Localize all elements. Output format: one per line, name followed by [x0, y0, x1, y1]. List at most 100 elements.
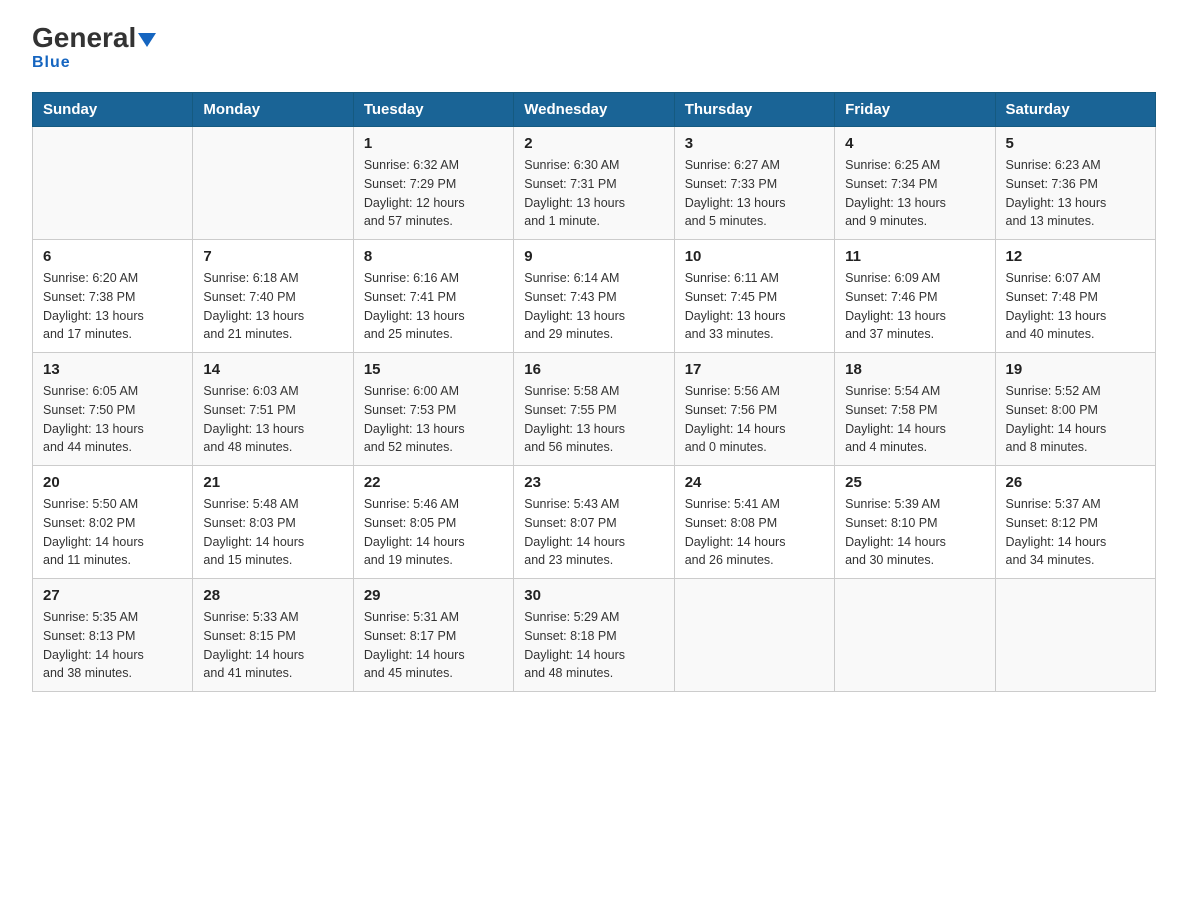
- calendar-cell: 9Sunrise: 6:14 AM Sunset: 7:43 PM Daylig…: [514, 240, 674, 353]
- logo: General Blue: [32, 24, 156, 72]
- calendar-header-row: SundayMondayTuesdayWednesdayThursdayFrid…: [33, 93, 1156, 127]
- day-number: 9: [524, 248, 663, 265]
- calendar-cell: 16 Sunrise: 5:58 AM Sunset: 7:55 PM Dayli…: [514, 353, 674, 466]
- day-info: Sunrise: 5:48 AM Sunset: 8:03 PM Dayligh…: [203, 495, 342, 570]
- day-number: 17: [685, 361, 824, 378]
- calendar-cell: 4Sunrise: 6:25 AM Sunset: 7:34 PM Daylig…: [835, 127, 995, 240]
- day-info: Sunrise: 6:11 AM Sunset: 7:45 PM Dayligh…: [685, 269, 824, 344]
- day-number: 2: [524, 135, 663, 152]
- calendar-cell: 28 Sunrise: 5:33 AM Sunset: 8:15 PM Dayli…: [193, 579, 353, 692]
- day-info: Sunrise: 5:35 AM Sunset: 8:13 PM Dayligh…: [43, 608, 182, 683]
- day-number: 21: [203, 474, 342, 491]
- day-info: Sunrise: 6:16 AM Sunset: 7:41 PM Dayligh…: [364, 269, 503, 344]
- calendar-cell: 7 Sunrise: 6:18 AM Sunset: 7:40 PM Daylig…: [193, 240, 353, 353]
- calendar-week-row: 1Sunrise: 6:32 AM Sunset: 7:29 PM Daylig…: [33, 127, 1156, 240]
- day-number: 28: [203, 587, 342, 604]
- day-number: 12: [1006, 248, 1145, 265]
- day-info: Sunrise: 6:20 AM Sunset: 7:38 PM Dayligh…: [43, 269, 182, 344]
- calendar-cell: 10 Sunrise: 6:11 AM Sunset: 7:45 PM Dayli…: [674, 240, 834, 353]
- day-info: Sunrise: 5:29 AM Sunset: 8:18 PM Dayligh…: [524, 608, 663, 683]
- day-number: 16: [524, 361, 663, 378]
- day-info: Sunrise: 5:37 AM Sunset: 8:12 PM Dayligh…: [1006, 495, 1145, 570]
- calendar-cell: [193, 127, 353, 240]
- day-number: 18: [845, 361, 984, 378]
- calendar-cell: [33, 127, 193, 240]
- day-number: 4: [845, 135, 984, 152]
- day-number: 15: [364, 361, 503, 378]
- calendar-cell: 5 Sunrise: 6:23 AM Sunset: 7:36 PM Daylig…: [995, 127, 1155, 240]
- day-number: 23: [524, 474, 663, 491]
- calendar-cell: 18Sunrise: 5:54 AM Sunset: 7:58 PM Dayli…: [835, 353, 995, 466]
- calendar-cell: 29Sunrise: 5:31 AM Sunset: 8:17 PM Dayli…: [353, 579, 513, 692]
- day-info: Sunrise: 5:31 AM Sunset: 8:17 PM Dayligh…: [364, 608, 503, 683]
- day-info: Sunrise: 6:32 AM Sunset: 7:29 PM Dayligh…: [364, 156, 503, 231]
- day-info: Sunrise: 6:07 AM Sunset: 7:48 PM Dayligh…: [1006, 269, 1145, 344]
- calendar-cell: 12 Sunrise: 6:07 AM Sunset: 7:48 PM Dayli…: [995, 240, 1155, 353]
- calendar-cell: 6 Sunrise: 6:20 AM Sunset: 7:38 PM Daylig…: [33, 240, 193, 353]
- calendar-cell: 15 Sunrise: 6:00 AM Sunset: 7:53 PM Dayli…: [353, 353, 513, 466]
- day-info: Sunrise: 6:27 AM Sunset: 7:33 PM Dayligh…: [685, 156, 824, 231]
- day-number: 8: [364, 248, 503, 265]
- calendar-cell: 27 Sunrise: 5:35 AM Sunset: 8:13 PM Dayli…: [33, 579, 193, 692]
- day-number: 3: [685, 135, 824, 152]
- calendar-week-row: 6 Sunrise: 6:20 AM Sunset: 7:38 PM Daylig…: [33, 240, 1156, 353]
- day-number: 20: [43, 474, 182, 491]
- day-number: 7: [203, 248, 342, 265]
- day-info: Sunrise: 5:41 AM Sunset: 8:08 PM Dayligh…: [685, 495, 824, 570]
- calendar-table: SundayMondayTuesdayWednesdayThursdayFrid…: [32, 92, 1156, 692]
- day-info: Sunrise: 5:52 AM Sunset: 8:00 PM Dayligh…: [1006, 382, 1145, 457]
- day-number: 6: [43, 248, 182, 265]
- day-number: 30: [524, 587, 663, 604]
- calendar-cell: 24 Sunrise: 5:41 AM Sunset: 8:08 PM Dayli…: [674, 466, 834, 579]
- calendar-cell: 25 Sunrise: 5:39 AM Sunset: 8:10 PM Dayli…: [835, 466, 995, 579]
- day-of-week-header: Saturday: [995, 93, 1155, 127]
- calendar-cell: 22Sunrise: 5:46 AM Sunset: 8:05 PM Dayli…: [353, 466, 513, 579]
- day-info: Sunrise: 6:05 AM Sunset: 7:50 PM Dayligh…: [43, 382, 182, 457]
- calendar-cell: 21 Sunrise: 5:48 AM Sunset: 8:03 PM Dayli…: [193, 466, 353, 579]
- calendar-cell: [995, 579, 1155, 692]
- day-number: 10: [685, 248, 824, 265]
- calendar-cell: 20 Sunrise: 5:50 AM Sunset: 8:02 PM Dayli…: [33, 466, 193, 579]
- calendar-week-row: 20 Sunrise: 5:50 AM Sunset: 8:02 PM Dayli…: [33, 466, 1156, 579]
- day-number: 14: [203, 361, 342, 378]
- calendar-cell: 23 Sunrise: 5:43 AM Sunset: 8:07 PM Dayli…: [514, 466, 674, 579]
- day-info: Sunrise: 5:50 AM Sunset: 8:02 PM Dayligh…: [43, 495, 182, 570]
- day-of-week-header: Tuesday: [353, 93, 513, 127]
- day-info: Sunrise: 6:03 AM Sunset: 7:51 PM Dayligh…: [203, 382, 342, 457]
- day-number: 19: [1006, 361, 1145, 378]
- calendar-cell: 8 Sunrise: 6:16 AM Sunset: 7:41 PM Daylig…: [353, 240, 513, 353]
- calendar-cell: 30 Sunrise: 5:29 AM Sunset: 8:18 PM Dayli…: [514, 579, 674, 692]
- logo-text: General: [32, 24, 156, 52]
- day-info: Sunrise: 6:00 AM Sunset: 7:53 PM Dayligh…: [364, 382, 503, 457]
- calendar-cell: 3 Sunrise: 6:27 AM Sunset: 7:33 PM Daylig…: [674, 127, 834, 240]
- day-number: 5: [1006, 135, 1145, 152]
- day-info: Sunrise: 6:23 AM Sunset: 7:36 PM Dayligh…: [1006, 156, 1145, 231]
- day-info: Sunrise: 5:58 AM Sunset: 7:55 PM Dayligh…: [524, 382, 663, 457]
- calendar-cell: 2 Sunrise: 6:30 AM Sunset: 7:31 PM Daylig…: [514, 127, 674, 240]
- day-info: Sunrise: 5:43 AM Sunset: 8:07 PM Dayligh…: [524, 495, 663, 570]
- day-number: 25: [845, 474, 984, 491]
- day-of-week-header: Friday: [835, 93, 995, 127]
- day-info: Sunrise: 5:39 AM Sunset: 8:10 PM Dayligh…: [845, 495, 984, 570]
- day-info: Sunrise: 6:18 AM Sunset: 7:40 PM Dayligh…: [203, 269, 342, 344]
- day-number: 13: [43, 361, 182, 378]
- day-info: Sunrise: 5:46 AM Sunset: 8:05 PM Dayligh…: [364, 495, 503, 570]
- calendar-cell: 26 Sunrise: 5:37 AM Sunset: 8:12 PM Dayli…: [995, 466, 1155, 579]
- calendar-cell: 19 Sunrise: 5:52 AM Sunset: 8:00 PM Dayli…: [995, 353, 1155, 466]
- calendar-week-row: 27 Sunrise: 5:35 AM Sunset: 8:13 PM Dayli…: [33, 579, 1156, 692]
- logo-triangle-icon: [138, 33, 156, 47]
- calendar-cell: [674, 579, 834, 692]
- day-info: Sunrise: 6:09 AM Sunset: 7:46 PM Dayligh…: [845, 269, 984, 344]
- calendar-cell: 17 Sunrise: 5:56 AM Sunset: 7:56 PM Dayli…: [674, 353, 834, 466]
- day-of-week-header: Wednesday: [514, 93, 674, 127]
- day-of-week-header: Thursday: [674, 93, 834, 127]
- logo-blue-text: Blue: [32, 54, 71, 72]
- day-info: Sunrise: 5:56 AM Sunset: 7:56 PM Dayligh…: [685, 382, 824, 457]
- day-number: 24: [685, 474, 824, 491]
- day-info: Sunrise: 5:33 AM Sunset: 8:15 PM Dayligh…: [203, 608, 342, 683]
- day-of-week-header: Sunday: [33, 93, 193, 127]
- day-number: 27: [43, 587, 182, 604]
- day-number: 26: [1006, 474, 1145, 491]
- day-info: Sunrise: 6:30 AM Sunset: 7:31 PM Dayligh…: [524, 156, 663, 231]
- page-header: General Blue: [32, 24, 1156, 72]
